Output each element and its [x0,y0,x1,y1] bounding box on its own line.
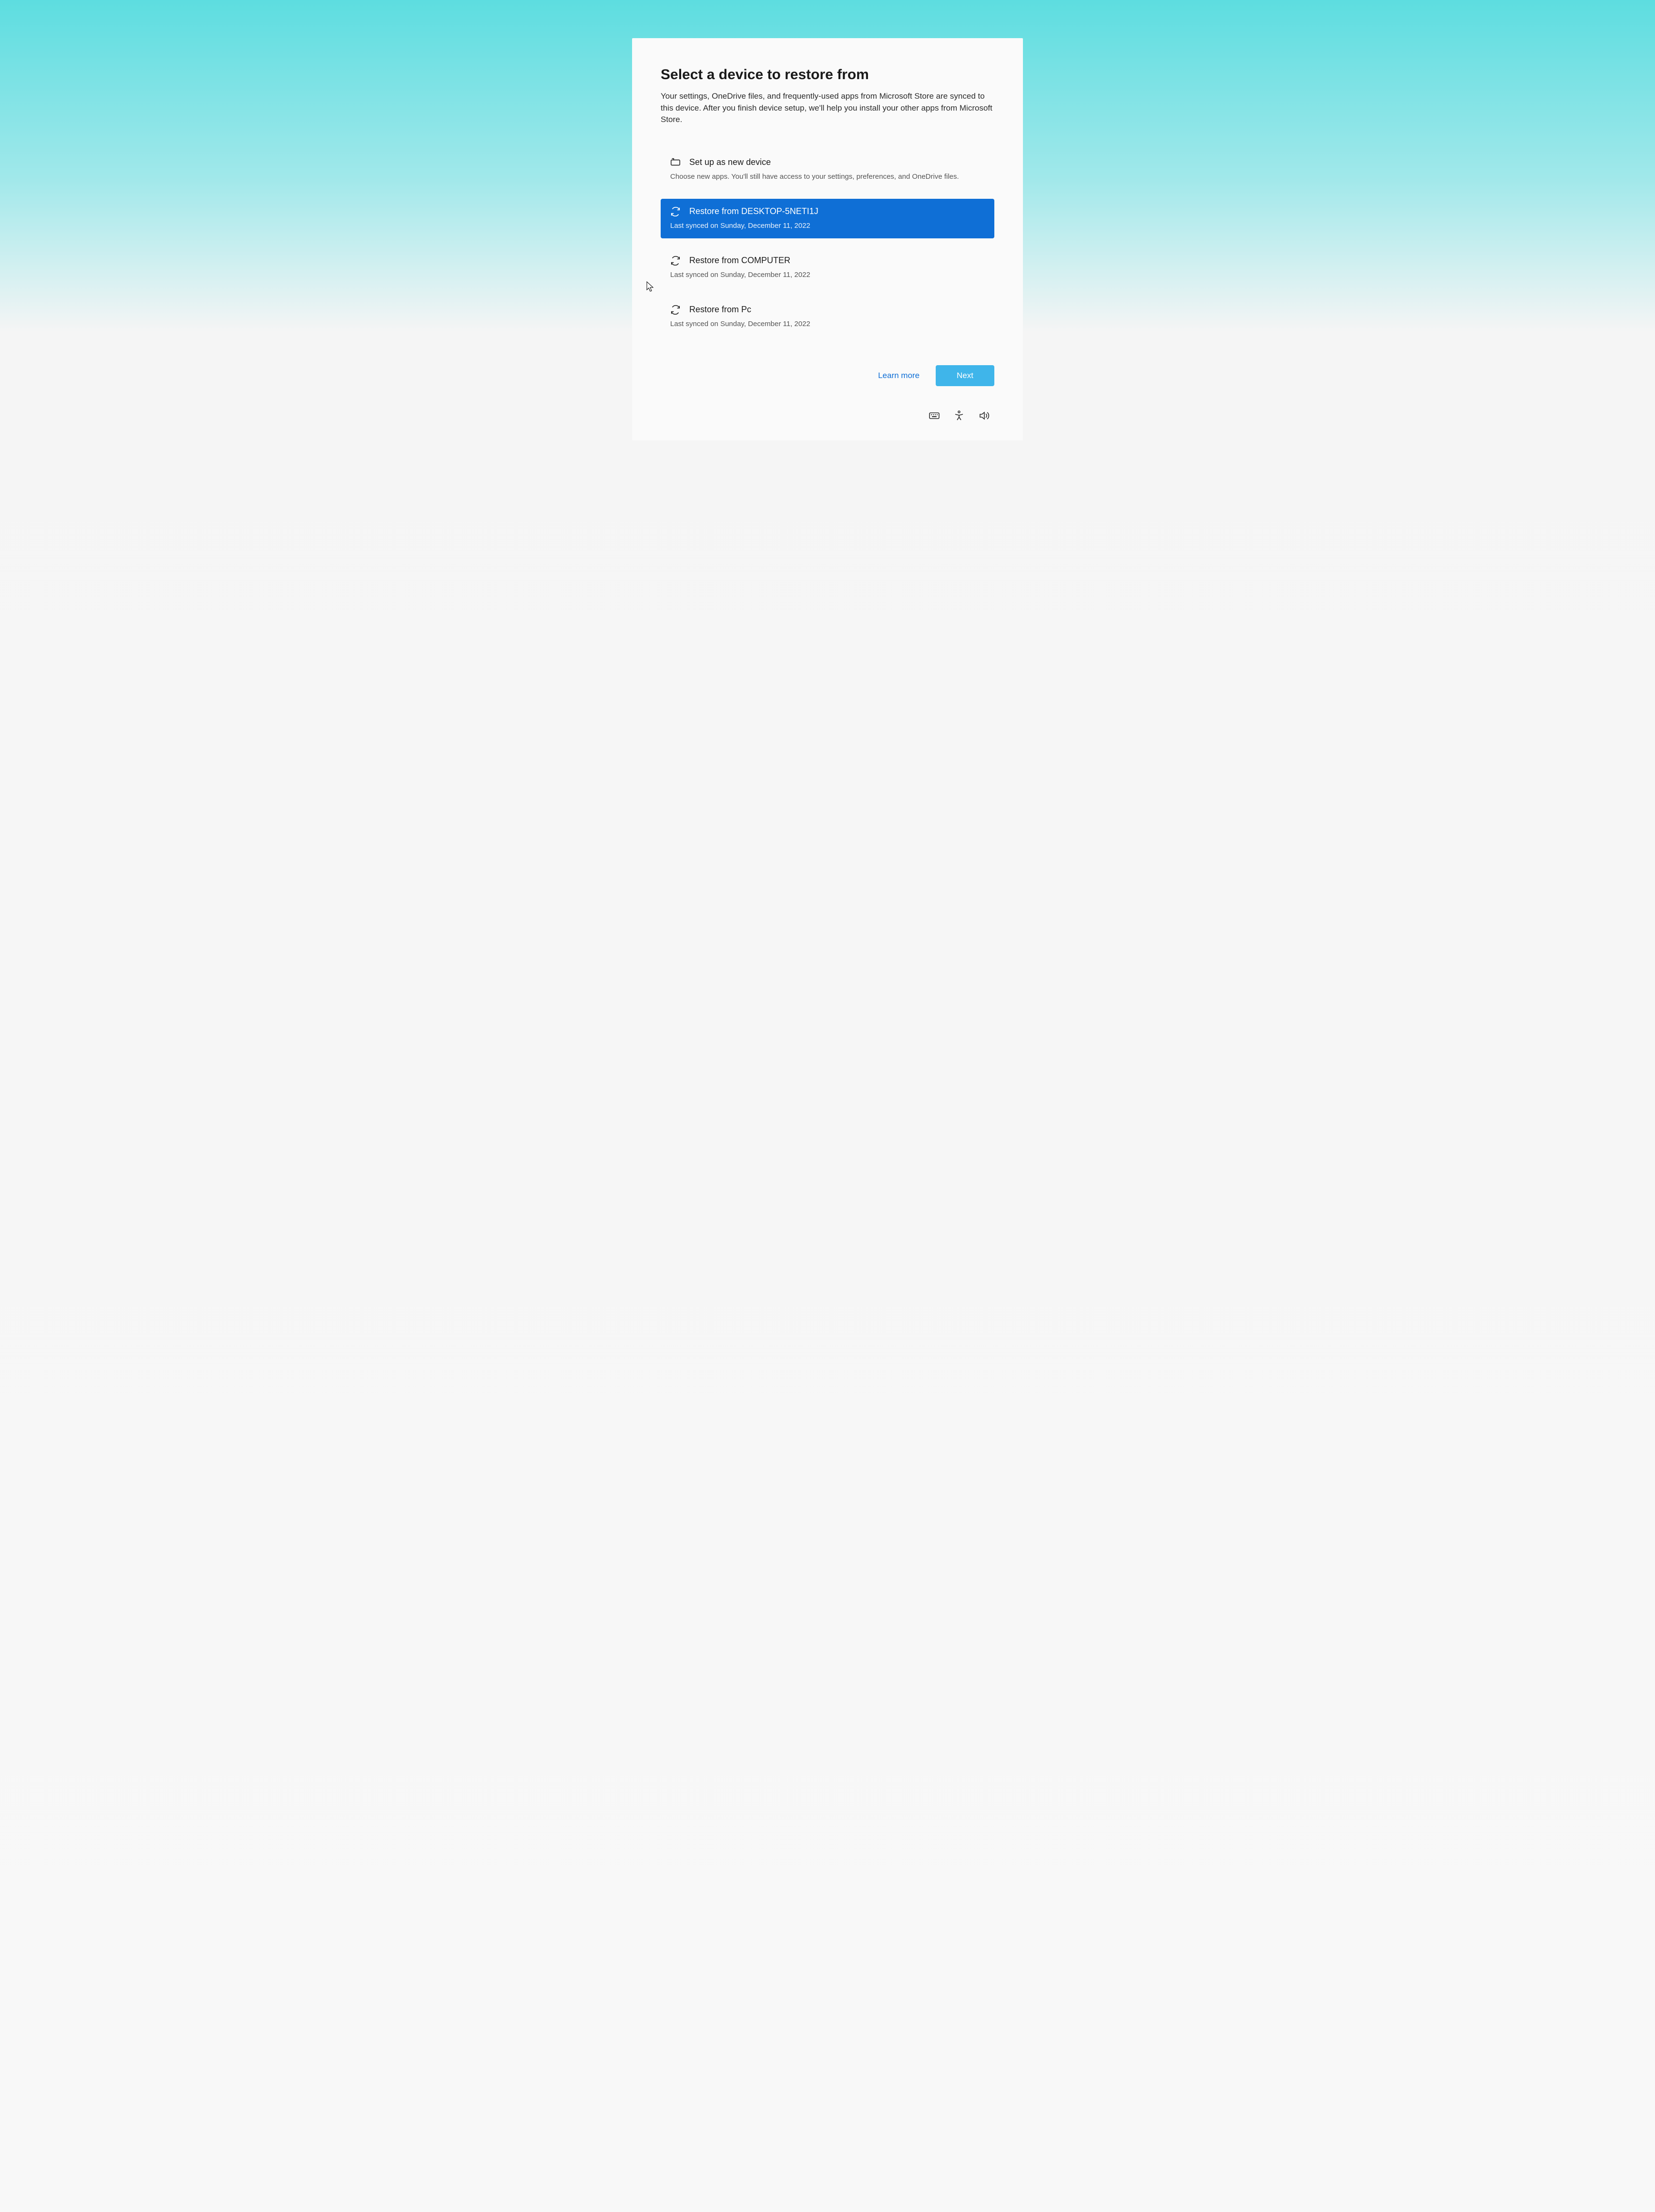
option-subtitle: Choose new apps. You'll still have acces… [670,172,985,182]
learn-more-link[interactable]: Learn more [878,371,919,380]
taskbar-tray [661,410,994,421]
sync-icon [670,256,681,266]
next-button[interactable]: Next [936,365,994,386]
device-options-list: Set up as new device Choose new apps. Yo… [661,150,994,337]
page-title: Select a device to restore from [661,67,994,83]
oobe-restore-card: Select a device to restore from Your set… [632,38,1023,440]
option-restore-pc[interactable]: Restore from Pc Last synced on Sunday, D… [661,297,994,337]
device-new-icon [670,157,681,168]
option-header: Restore from COMPUTER [670,256,985,266]
option-header: Set up as new device [670,157,985,168]
option-new-device[interactable]: Set up as new device Choose new apps. Yo… [661,150,994,189]
option-header: Restore from Pc [670,305,985,315]
page-subtitle: Your settings, OneDrive files, and frequ… [661,91,994,126]
option-title: Restore from Pc [689,305,751,315]
option-subtitle: Last synced on Sunday, December 11, 2022 [670,221,985,231]
option-title: Restore from COMPUTER [689,256,790,266]
footer-actions: Learn more Next [661,365,994,386]
option-subtitle: Last synced on Sunday, December 11, 2022 [670,319,985,329]
option-restore-desktop-5neti1j[interactable]: Restore from DESKTOP-5NETI1J Last synced… [661,199,994,238]
option-title: Restore from DESKTOP-5NETI1J [689,206,818,216]
option-title: Set up as new device [689,157,771,167]
volume-icon[interactable] [978,410,990,421]
option-subtitle: Last synced on Sunday, December 11, 2022 [670,270,985,280]
option-header: Restore from DESKTOP-5NETI1J [670,206,985,217]
option-restore-computer[interactable]: Restore from COMPUTER Last synced on Sun… [661,248,994,287]
sync-icon [670,206,681,217]
accessibility-icon[interactable] [953,410,965,421]
keyboard-icon[interactable] [929,410,940,421]
mouse-cursor-icon [646,281,655,293]
sync-icon [670,305,681,315]
